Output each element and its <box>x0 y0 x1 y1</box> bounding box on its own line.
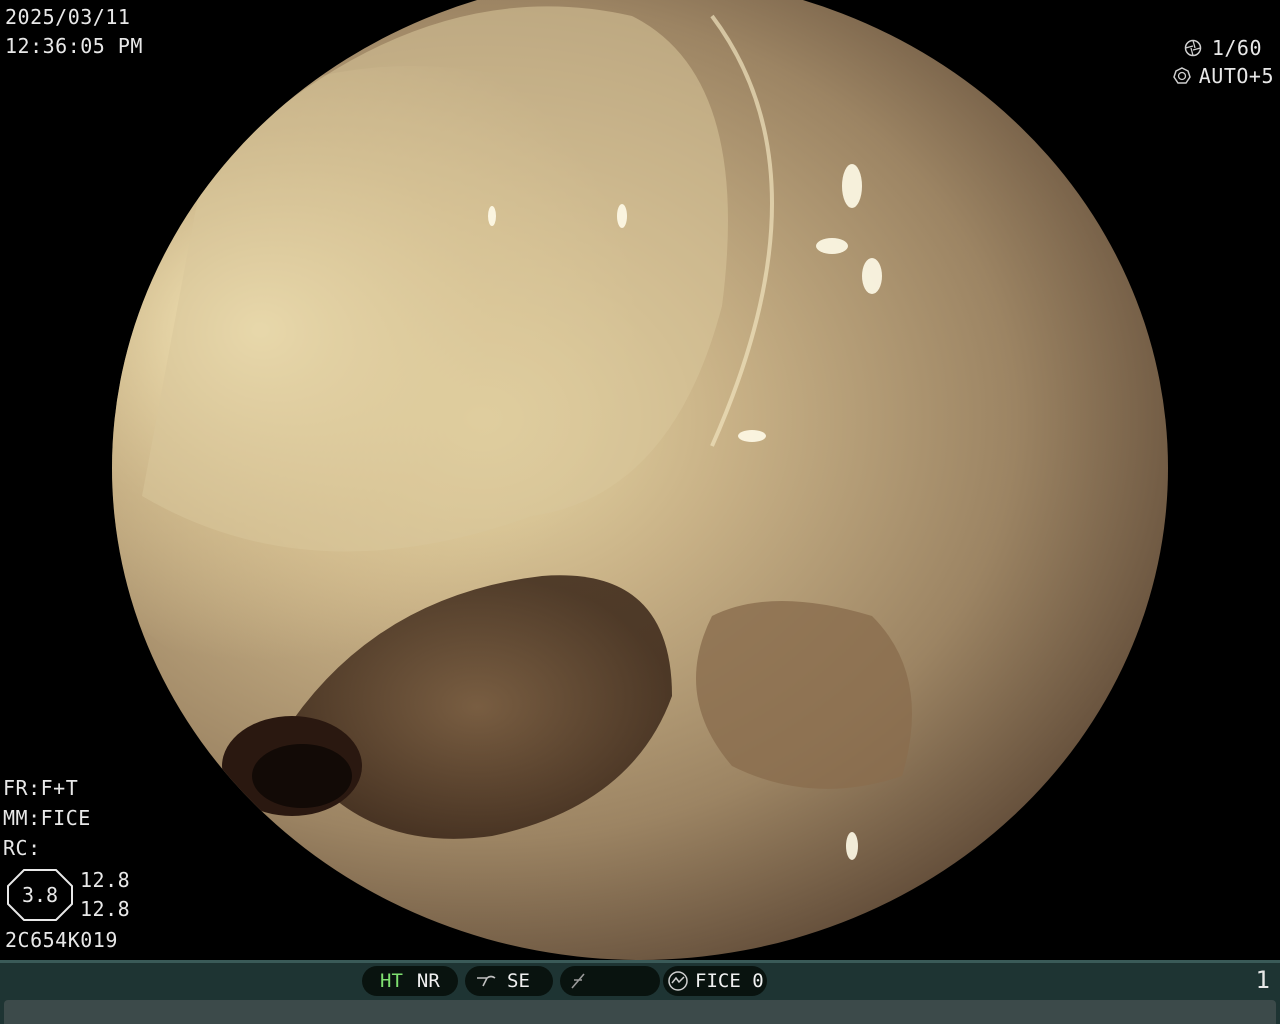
nr-label: NR <box>416 970 440 992</box>
metering-mode-readout: MM:FICE <box>3 806 91 830</box>
slash-icon <box>571 973 585 989</box>
zoom-badge: 3.8 <box>6 868 74 922</box>
aperture-icon <box>1184 39 1202 57</box>
zoom-badge-value: 3.8 <box>21 883 59 907</box>
ht-label: HT <box>380 970 403 992</box>
fice-icon <box>668 971 688 991</box>
endoscopic-image <box>112 6 912 860</box>
rc-readout: RC: <box>3 836 41 860</box>
f-indicator[interactable] <box>560 966 660 996</box>
serial-number: 2C654K019 <box>5 928 118 952</box>
se-label: SE <box>507 970 530 992</box>
ht-nr-indicator[interactable]: HT NR <box>362 966 458 996</box>
value-readout-2: 12.8 <box>80 897 131 921</box>
shutter-value: 1/60 <box>1211 36 1262 60</box>
fice-indicator[interactable]: FICE 0 <box>663 966 767 996</box>
bottom-bar-divider <box>0 960 1280 963</box>
shutter-readout: 1/60 <box>1184 36 1262 60</box>
frame-mode-readout: FR:F+T <box>3 776 79 800</box>
enhance-icon <box>477 975 496 987</box>
endoscope-view <box>112 0 1168 960</box>
date-readout: 2025/03/11 <box>5 5 131 29</box>
page-number: 1 <box>1255 966 1270 994</box>
iris-value: AUTO+5 <box>1198 64 1274 88</box>
fice-label: FICE 0 <box>695 970 764 992</box>
iris-readout: AUTO+5 <box>1172 64 1274 88</box>
value-readout-1: 12.8 <box>80 868 131 892</box>
se-indicator[interactable]: SE <box>465 966 553 996</box>
time-readout: 12:36:05 PM <box>5 34 143 58</box>
bottom-bar-strip <box>4 1000 1276 1024</box>
iris-icon <box>1172 67 1191 84</box>
